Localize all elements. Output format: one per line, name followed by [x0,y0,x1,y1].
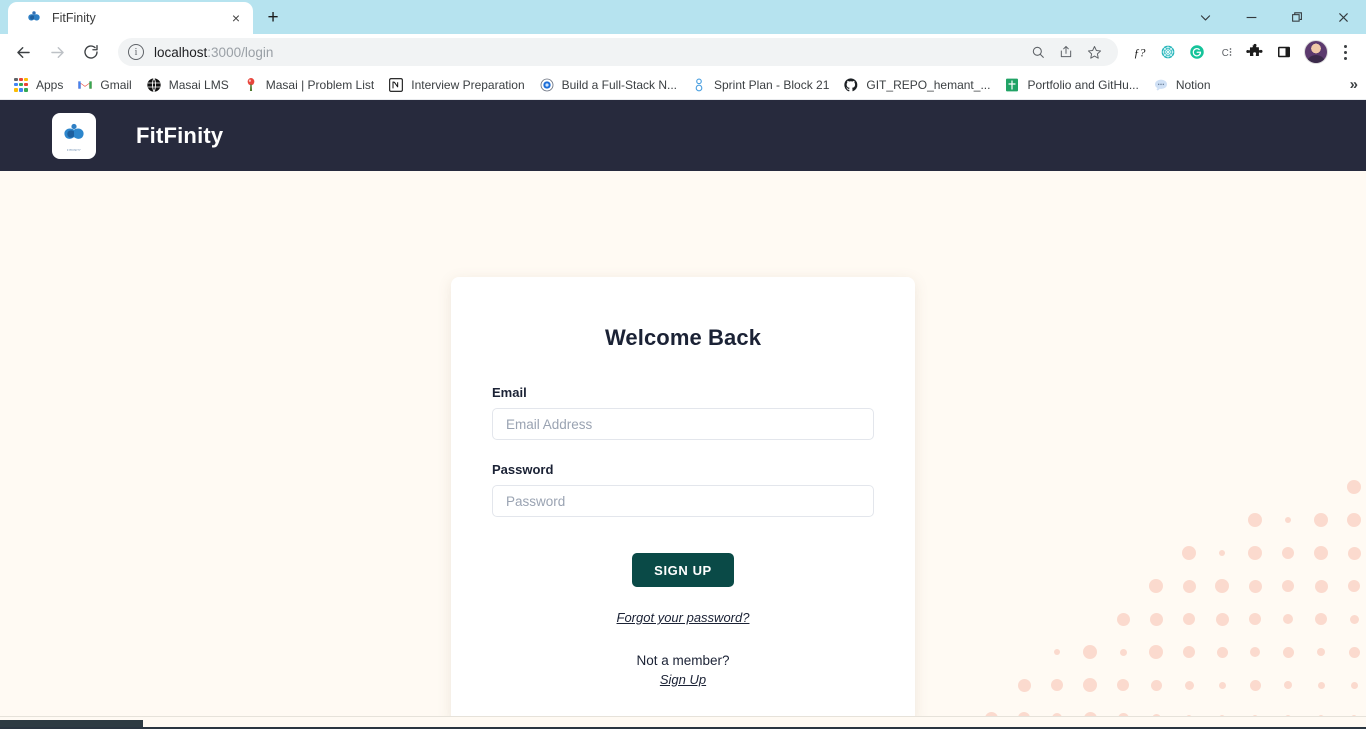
sign-up-link[interactable]: Sign Up [492,671,874,690]
bookmark-notion[interactable]: Notion [1146,73,1218,97]
page-viewport: FITFINITY FitFinity Welcome Back Email P… [0,100,1366,729]
fitfinity-logo[interactable]: FITFINITY [52,112,96,159]
bookmark-label: GIT_REPO_hemant_... [866,77,991,92]
teal-web-icon[interactable] [1154,38,1182,66]
password-field-group: Password [492,462,874,517]
sign-up-button[interactable]: SIGN UP [632,553,734,587]
omnibox-actions [1024,38,1108,66]
gmail-icon [77,77,93,93]
bookmark-label: Masai | Problem List [265,77,375,92]
browser-window: FitFinity × + i localhost:3000/login ƒ? … [0,0,1366,729]
bookmarks-overflow-icon[interactable]: » [1350,76,1358,93]
colorzilla-icon[interactable]: C [1212,38,1240,66]
decorative-dot-pattern [936,469,1366,729]
bookmark-label: Gmail [100,77,132,92]
forgot-password-link[interactable]: Forgot your password? [492,610,874,625]
bookmark-portfolio-github[interactable]: Portfolio and GitHu... [997,73,1145,97]
email-field[interactable] [492,408,874,440]
member-prompt-text: Not a member? [636,653,730,668]
bookmark-label: Build a Full-Stack N... [561,77,677,92]
blue-key-icon [691,77,707,93]
password-field[interactable] [492,485,874,517]
svg-text:ƒ?: ƒ? [1133,45,1145,59]
bookmark-label: Apps [36,77,64,92]
notion-icon [388,77,404,93]
browser-titlebar: FitFinity × + [0,0,1366,34]
page-title: Welcome Back [604,325,762,350]
url-path: :3000/login [207,44,274,60]
brand-title: FitFinity [136,122,224,148]
bookmark-label: Notion [1175,77,1211,92]
close-icon[interactable]: × [227,9,245,27]
member-prompt-row: Not a member? Sign Up [492,651,874,689]
bookmark-apps[interactable]: Apps [6,73,70,97]
browser-tab-fitfinity[interactable]: FitFinity × [8,2,253,34]
tab-title: FitFinity [52,11,96,25]
bookmark-masai-problem-list[interactable]: Masai | Problem List [236,73,382,97]
bookmark-build-fullstack[interactable]: Build a Full-Stack N... [532,73,684,97]
bookmark-label: Portfolio and GitHu... [1027,77,1139,92]
password-label: Password [492,462,554,477]
email-field-group: Email [492,385,874,440]
email-label: Email [492,385,527,400]
login-card: Welcome Back Email Password SIGN UP Forg… [451,277,915,726]
bookmarks-bar: Apps Gmail Masai LMS Masai | Problem Lis… [0,70,1366,100]
apps-grid-icon [13,77,29,93]
grammarly-icon[interactable] [1183,38,1211,66]
site-info-icon[interactable]: i [128,44,144,60]
submit-row: SIGN UP [492,553,874,587]
bookmark-sprint-plan[interactable]: Sprint Plan - Block 21 [684,73,836,97]
svg-text:C: C [1222,48,1229,59]
pin-icon [243,77,259,93]
github-icon [843,77,859,93]
side-panel-icon[interactable] [1270,38,1298,66]
blue-circle-icon [539,77,555,93]
back-icon[interactable] [8,37,38,67]
bookmark-interview-preparation[interactable]: Interview Preparation [381,73,531,97]
bookmark-label: Interview Preparation [411,77,525,92]
globe-dark-icon [146,77,162,93]
tab-search-icon[interactable] [1182,0,1228,34]
app-header: FITFINITY FitFinity [0,100,1366,171]
fitfinity-butterfly-icon [26,10,42,26]
address-bar[interactable]: i localhost:3000/login [118,38,1118,66]
minimize-icon[interactable] [1228,0,1274,34]
bookmark-label: Sprint Plan - Block 21 [714,77,830,92]
maximize-icon[interactable] [1274,0,1320,34]
page-stage: Welcome Back Email Password SIGN UP Forg… [0,171,1366,729]
new-tab-button[interactable]: + [259,4,287,32]
green-sheets-icon [1004,77,1020,93]
fonts-ninja-icon[interactable]: ƒ? [1125,38,1153,66]
bookmark-gmail[interactable]: Gmail [70,73,138,97]
url-host: localhost [154,44,208,60]
bookmark-masai-lms[interactable]: Masai LMS [139,73,236,97]
avatar[interactable] [1304,40,1328,64]
zoom-icon[interactable] [1024,38,1052,66]
bookmark-label: Masai LMS [168,77,229,92]
share-icon[interactable] [1052,38,1080,66]
chrome-menu-icon[interactable] [1332,37,1358,67]
reload-icon[interactable] [76,37,106,67]
forward-icon[interactable] [42,37,72,67]
bookmark-star-icon[interactable] [1080,38,1108,66]
logo-subtext: FITFINITY [67,148,81,152]
extensions-puzzle-icon[interactable] [1241,38,1269,66]
butterfly-icon [61,122,87,148]
browser-toolbar: i localhost:3000/login ƒ? C [0,34,1366,70]
chat-bubble-icon [1153,77,1169,93]
close-window-icon[interactable] [1320,0,1366,34]
url-text: localhost:3000/login [154,45,273,60]
bookmark-git-repo[interactable]: GIT_REPO_hemant_... [836,73,997,97]
window-controls [1182,0,1366,34]
